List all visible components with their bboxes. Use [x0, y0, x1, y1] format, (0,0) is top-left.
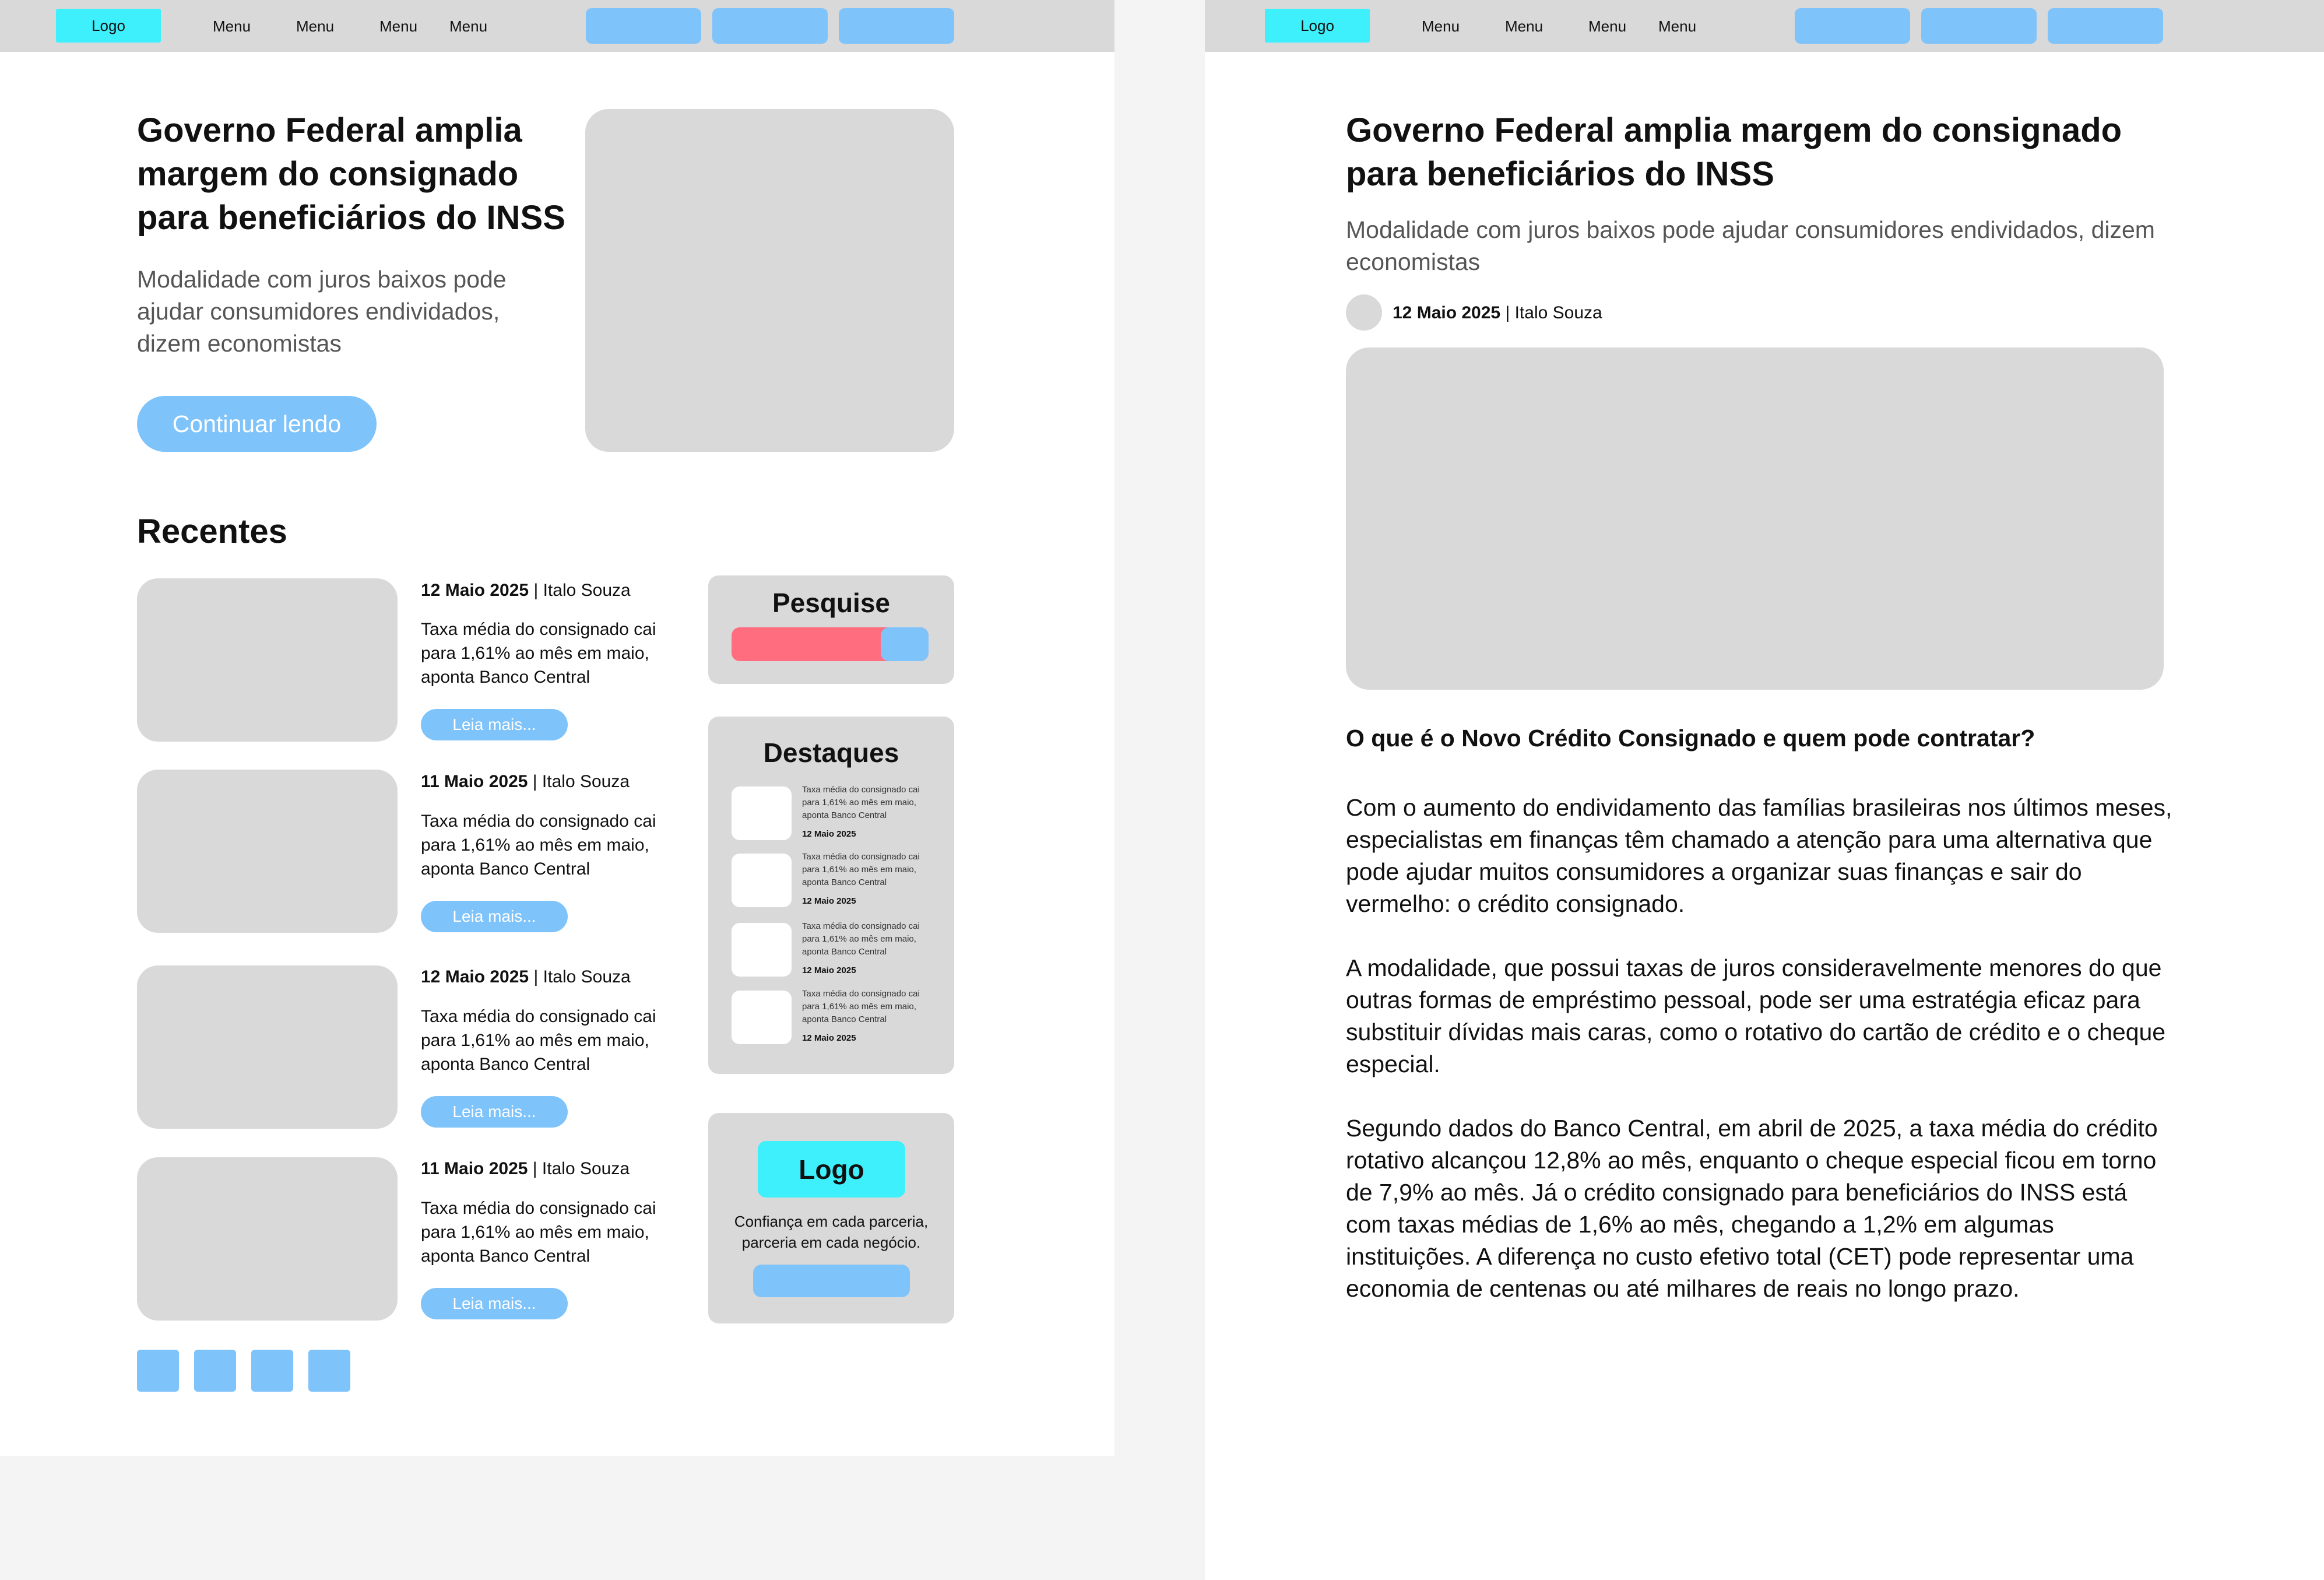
home-page-frame: Logo Menu Menu Menu Menu Governo Federal…	[0, 0, 1114, 1456]
read-more-button[interactable]: Leia mais...	[421, 1096, 568, 1128]
top-navbar: Logo Menu Menu Menu Menu	[1205, 0, 2324, 52]
pagination-button[interactable]	[137, 1350, 179, 1392]
search-button[interactable]	[881, 627, 929, 661]
recent-item-text: Taxa média do consignado cai para 1,61% …	[421, 620, 656, 687]
nav-action-button[interactable]	[839, 8, 954, 44]
article-image-placeholder	[1346, 347, 2164, 690]
recent-item-meta: 11 Maio 2025 | Italo Souza	[421, 772, 630, 792]
recent-item-author: | Italo Souza	[528, 1159, 630, 1178]
featured-item-text[interactable]: Taxa média do consignado cai para 1,61% …	[802, 784, 936, 822]
continue-reading-button[interactable]: Continuar lendo	[137, 396, 377, 452]
recent-item-image[interactable]	[137, 1157, 398, 1321]
read-more-button[interactable]: Leia mais...	[421, 1288, 568, 1319]
recent-item-date: 11 Maio 2025	[421, 772, 528, 791]
article-meta: 12 Maio 2025 | Italo Souza	[1393, 303, 1602, 323]
author-avatar	[1346, 294, 1382, 331]
recent-item-author: | Italo Souza	[528, 772, 630, 791]
pagination-button[interactable]	[251, 1350, 293, 1392]
recent-item-meta: 12 Maio 2025 | Italo Souza	[421, 967, 631, 987]
featured-item-text[interactable]: Taxa média do consignado cai para 1,61% …	[802, 988, 936, 1026]
recent-item-date: 12 Maio 2025	[421, 967, 529, 986]
nav-action-button[interactable]	[1921, 8, 2037, 44]
top-navbar: Logo Menu Menu Menu Menu	[0, 0, 1114, 52]
hero-subtitle: Modalidade com juros baixos pode ajudar …	[137, 266, 507, 357]
hero-image-placeholder	[585, 109, 954, 452]
article-author: | Italo Souza	[1500, 303, 1602, 322]
article-page-frame: Logo Menu Menu Menu Menu Governo Federal…	[1205, 0, 2324, 1580]
featured-item-thumbnail[interactable]	[732, 787, 792, 840]
featured-item-text[interactable]: Taxa média do consignado cai para 1,61% …	[802, 920, 936, 958]
promo-widget: Logo Confiança em cada parceria, parceri…	[708, 1113, 954, 1323]
hero-title: Governo Federal amplia margem do consign…	[137, 111, 565, 237]
nav-menu-item[interactable]: Menu	[1422, 17, 1460, 36]
recent-item-author: | Italo Souza	[529, 581, 631, 600]
featured-widget-title: Destaques	[763, 738, 899, 768]
search-widget: Pesquise	[708, 575, 954, 684]
recent-item-text: Taxa média do consignado cai para 1,61% …	[421, 1007, 656, 1074]
promo-tagline: Confiança em cada parceria, parceria em …	[734, 1213, 929, 1251]
promo-logo[interactable]: Logo	[758, 1141, 905, 1198]
article-paragraph: Segundo dados do Banco Central, em abril…	[1346, 1115, 2158, 1302]
recent-item-image[interactable]	[137, 770, 398, 933]
recent-item-meta: 11 Maio 2025 | Italo Souza	[421, 1159, 630, 1179]
recent-item-meta: 12 Maio 2025 | Italo Souza	[421, 581, 631, 601]
nav-menu-item[interactable]: Menu	[1658, 17, 1696, 36]
recent-item-image[interactable]	[137, 965, 398, 1129]
featured-widget: Destaques Taxa média do consignado cai p…	[708, 717, 954, 1074]
read-more-button[interactable]: Leia mais...	[421, 901, 568, 932]
featured-item-date: 12 Maio 2025	[802, 829, 856, 839]
nav-menu-item[interactable]: Menu	[1588, 17, 1626, 36]
article-paragraph: A modalidade, que possui taxas de juros …	[1346, 954, 2166, 1077]
article-section-heading: O que é o Novo Crédito Consignado e quem…	[1346, 725, 2035, 752]
recent-item-date: 12 Maio 2025	[421, 581, 529, 600]
article-title: Governo Federal amplia margem do consign…	[1346, 111, 2122, 193]
nav-action-button[interactable]	[2048, 8, 2163, 44]
nav-logo[interactable]: Logo	[1265, 9, 1370, 43]
nav-menu-item[interactable]: Menu	[213, 17, 251, 36]
nav-action-button[interactable]	[712, 8, 828, 44]
featured-item-thumbnail[interactable]	[732, 991, 792, 1044]
featured-item-text[interactable]: Taxa média do consignado cai para 1,61% …	[802, 851, 936, 889]
search-widget-title: Pesquise	[772, 588, 890, 618]
nav-menu-item[interactable]: Menu	[449, 17, 487, 36]
pagination-button[interactable]	[308, 1350, 350, 1392]
featured-item-thumbnail[interactable]	[732, 923, 792, 977]
featured-item-date: 12 Maio 2025	[802, 1033, 856, 1043]
article-date: 12 Maio 2025	[1393, 303, 1501, 322]
read-more-button[interactable]: Leia mais...	[421, 709, 568, 740]
featured-item-date: 12 Maio 2025	[802, 965, 856, 975]
nav-logo[interactable]: Logo	[56, 9, 161, 43]
promo-button[interactable]	[753, 1265, 910, 1297]
recent-item-image[interactable]	[137, 578, 398, 742]
recent-item-text: Taxa média do consignado cai para 1,61% …	[421, 1199, 656, 1266]
recent-item-text: Taxa média do consignado cai para 1,61% …	[421, 812, 656, 879]
recent-item-author: | Italo Souza	[529, 967, 631, 986]
recent-section-title: Recentes	[137, 512, 287, 550]
recent-item-date: 11 Maio 2025	[421, 1159, 528, 1178]
nav-menu-item[interactable]: Menu	[296, 17, 334, 36]
nav-menu-item[interactable]: Menu	[1505, 17, 1543, 36]
featured-item-date: 12 Maio 2025	[802, 896, 856, 906]
pagination-button[interactable]	[194, 1350, 236, 1392]
search-input[interactable]	[732, 627, 929, 661]
article-subtitle: Modalidade com juros baixos pode ajudar …	[1346, 216, 2155, 275]
article-paragraph: Com o aumento do endividamento das famíl…	[1346, 794, 2172, 917]
featured-item-thumbnail[interactable]	[732, 854, 792, 907]
nav-action-button[interactable]	[586, 8, 701, 44]
nav-menu-item[interactable]: Menu	[379, 17, 417, 36]
nav-action-button[interactable]	[1795, 8, 1910, 44]
